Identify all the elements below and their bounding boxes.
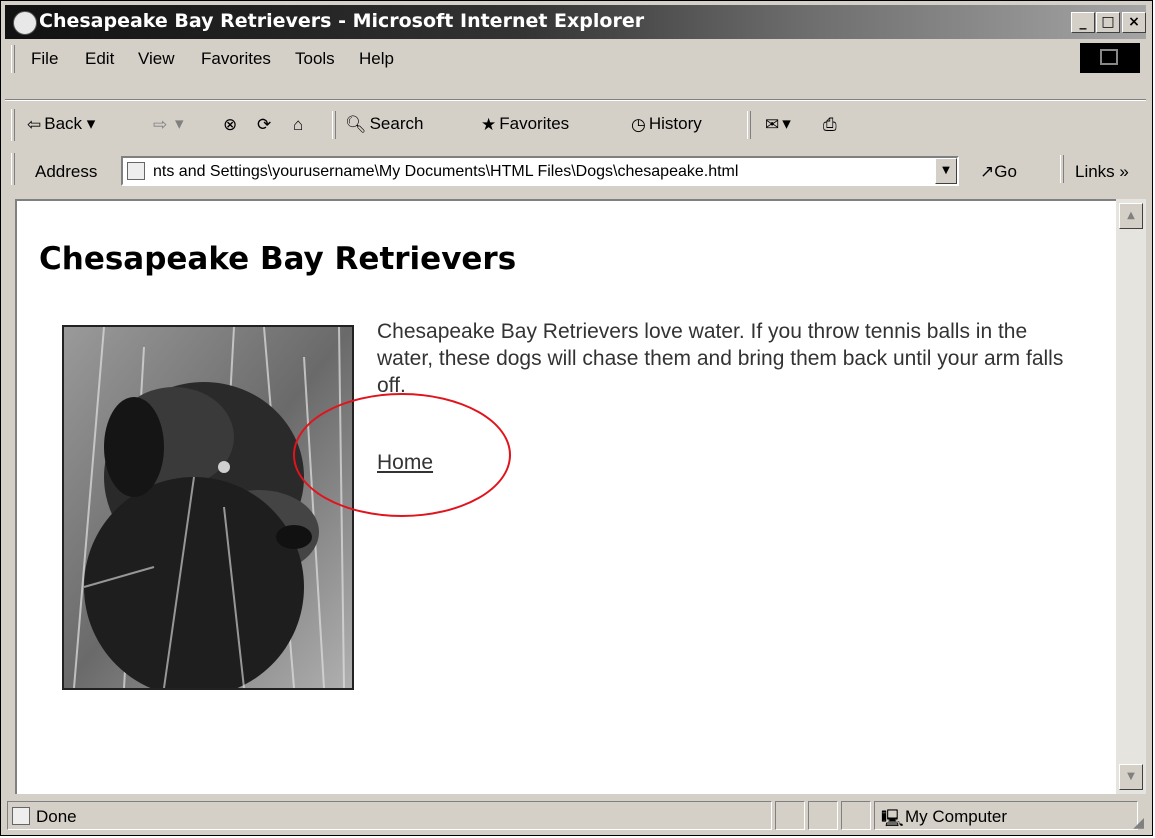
title-bar: Chesapeake Bay Retrievers - Microsoft In… bbox=[5, 5, 1146, 39]
description-paragraph: Chesapeake Bay Retrievers love water. If… bbox=[377, 320, 1064, 397]
toolbar-divider bbox=[747, 111, 751, 139]
windows-logo-icon bbox=[1080, 43, 1140, 73]
address-value: nts and Settings\yourusername\My Documen… bbox=[153, 163, 739, 180]
address-bar: Address nts and Settings\yourusername\My… bbox=[5, 149, 1146, 189]
home-button[interactable]: ⌂ bbox=[293, 114, 306, 135]
menu-separator bbox=[5, 99, 1146, 101]
standard-toolbar: ⇦ Back ▾ ⇨ ▾ ⊗ ⟳ ⌂ 🔍︎ Search ★ Favorites ◷ H… bbox=[5, 105, 1146, 147]
search-label: Search bbox=[369, 114, 424, 133]
favorites-button[interactable]: ★ Favorites bbox=[481, 114, 569, 135]
status-panel bbox=[841, 801, 871, 830]
vertical-scrollbar[interactable]: ▲ ▼ bbox=[1116, 199, 1146, 794]
ie-page-icon bbox=[127, 162, 145, 180]
refresh-icon: ⟳ bbox=[257, 114, 272, 134]
address-label: Address bbox=[35, 162, 98, 181]
menu-file[interactable]: File bbox=[31, 49, 58, 69]
menu-help[interactable]: Help bbox=[359, 49, 394, 69]
back-arrow-icon: ⇦ bbox=[27, 114, 42, 134]
forward-arrow-icon: ⇨ bbox=[153, 114, 168, 134]
dog-photo bbox=[62, 325, 354, 690]
close-button[interactable]: × bbox=[1122, 12, 1146, 33]
menu-tools[interactable]: Tools bbox=[295, 49, 335, 69]
toolbar-grip[interactable] bbox=[11, 45, 15, 73]
status-bar: Done 🖳 My Computer ◢ bbox=[5, 798, 1146, 833]
status-panel bbox=[775, 801, 805, 830]
toolbar-grip[interactable] bbox=[11, 109, 15, 141]
toolbar-divider bbox=[332, 111, 336, 139]
minimize-button[interactable]: _ bbox=[1071, 12, 1095, 33]
menu-edit[interactable]: Edit bbox=[85, 49, 114, 69]
stop-button[interactable]: ⊗ bbox=[223, 114, 240, 135]
status-text: Done bbox=[36, 807, 77, 826]
forward-button[interactable]: ⇨ ▾ bbox=[153, 114, 184, 135]
back-button[interactable]: ⇦ Back ▾ bbox=[27, 114, 95, 135]
search-icon: 🔍︎ bbox=[345, 114, 367, 134]
status-panel bbox=[808, 801, 838, 830]
window-title: Chesapeake Bay Retrievers - Microsoft In… bbox=[39, 10, 645, 32]
scroll-up-button[interactable]: ▲ bbox=[1119, 203, 1143, 229]
ie-page-icon bbox=[12, 807, 30, 825]
menu-bar: File Edit View Favorites Tools Help bbox=[5, 41, 1146, 77]
stop-icon: ⊗ bbox=[223, 114, 238, 134]
address-dropdown-button[interactable]: ▼ bbox=[935, 158, 957, 184]
my-computer-icon: 🖳 bbox=[881, 809, 904, 829]
favorites-label: Favorites bbox=[499, 114, 570, 133]
go-button[interactable]: ↗Go bbox=[980, 162, 1017, 182]
maximize-button[interactable]: □ bbox=[1096, 12, 1120, 33]
search-button[interactable]: 🔍︎ Search bbox=[345, 114, 423, 135]
address-input[interactable]: nts and Settings\yourusername\My Documen… bbox=[121, 156, 959, 186]
mail-icon: ✉ bbox=[765, 114, 780, 134]
print-icon: ⎙ bbox=[823, 114, 837, 134]
menu-favorites[interactable]: Favorites bbox=[201, 49, 271, 69]
toolbar-divider bbox=[1060, 155, 1064, 183]
go-arrow-icon: ↗ bbox=[980, 162, 995, 181]
go-label: Go bbox=[994, 162, 1017, 181]
toolbar-grip[interactable] bbox=[11, 153, 15, 185]
browser-window: Chesapeake Bay Retrievers - Microsoft In… bbox=[0, 0, 1153, 836]
ie-page-icon bbox=[13, 11, 37, 35]
history-label: History bbox=[648, 114, 702, 133]
scroll-down-button[interactable]: ▼ bbox=[1119, 764, 1143, 790]
favorites-icon: ★ bbox=[481, 114, 497, 134]
home-link[interactable]: Home bbox=[377, 451, 433, 475]
links-label: Links bbox=[1075, 162, 1115, 181]
mail-button[interactable]: ✉ ▾ bbox=[765, 114, 791, 135]
status-zone-panel: 🖳 My Computer bbox=[874, 801, 1138, 830]
print-button[interactable]: ⎙ bbox=[823, 114, 840, 135]
size-grip-icon[interactable]: ◢ bbox=[1133, 815, 1144, 831]
page-heading: Chesapeake Bay Retrievers bbox=[39, 241, 517, 277]
back-label: Back bbox=[44, 114, 83, 133]
home-icon: ⌂ bbox=[293, 114, 304, 134]
zone-text: My Computer bbox=[905, 807, 1008, 826]
status-panel-main: Done bbox=[7, 801, 772, 830]
history-icon: ◷ bbox=[631, 114, 646, 134]
menu-view[interactable]: View bbox=[138, 49, 175, 69]
refresh-button[interactable]: ⟳ bbox=[257, 114, 274, 135]
links-button[interactable]: Links » bbox=[1075, 162, 1129, 182]
history-button[interactable]: ◷ History bbox=[631, 114, 702, 135]
page-viewport: Chesapeake Bay Retrievers Chesapeake Bay… bbox=[15, 199, 1116, 794]
